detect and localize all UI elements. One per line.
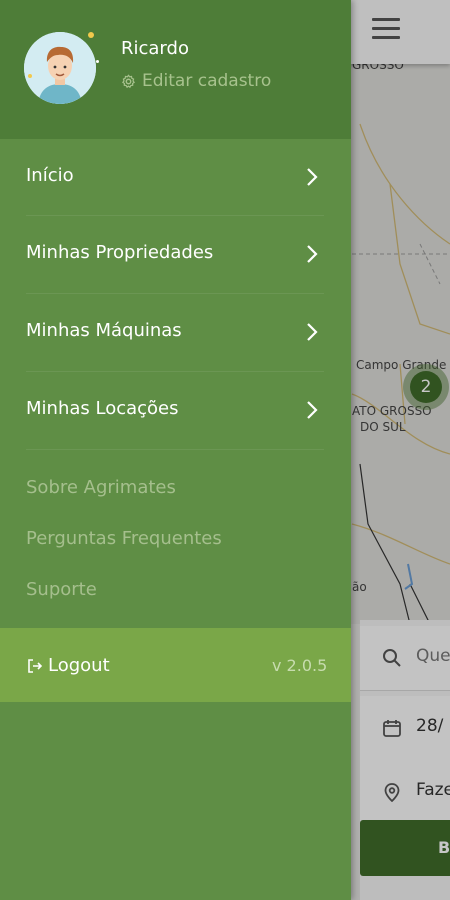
user-avatar-icon [24, 32, 96, 104]
link-faq[interactable]: Perguntas Frequentes [26, 528, 222, 549]
decor-dot [28, 74, 32, 78]
chevron-right-icon [307, 323, 318, 341]
app-version: v 2.0.5 [272, 656, 328, 675]
logout-icon [28, 658, 43, 673]
logout-button[interactable]: Logout [26, 655, 110, 676]
decor-dot [96, 60, 99, 63]
profile-header: Ricardo Editar cadastro [0, 0, 351, 139]
menu-item-inicio[interactable]: Início [0, 139, 351, 216]
avatar[interactable] [24, 32, 96, 104]
divider [26, 449, 324, 450]
logout-label: Logout [48, 655, 110, 676]
menu-item-label: Início [26, 165, 74, 186]
edit-profile-link[interactable]: Editar cadastro [121, 71, 271, 91]
chevron-right-icon [307, 168, 318, 186]
navigation-drawer: Ricardo Editar cadastro Início Minhas Pr… [0, 0, 351, 900]
link-sobre[interactable]: Sobre Agrimates [26, 477, 176, 498]
menu-item-label: Minhas Propriedades [26, 242, 214, 263]
menu-item-propriedades[interactable]: Minhas Propriedades [0, 216, 351, 293]
chevron-right-icon [307, 245, 318, 263]
decor-dot [88, 32, 94, 38]
chevron-right-icon [307, 401, 318, 419]
menu-item-maquinas[interactable]: Minhas Máquinas [0, 294, 351, 371]
menu-item-label: Minhas Máquinas [26, 320, 182, 341]
user-name: Ricardo [121, 38, 189, 59]
link-suporte[interactable]: Suporte [26, 579, 97, 600]
edit-profile-label: Editar cadastro [142, 71, 272, 91]
menu-item-locacoes[interactable]: Minhas Locações [0, 372, 351, 449]
logout-bar: Logout v 2.0.5 [0, 628, 351, 702]
menu-item-label: Minhas Locações [26, 398, 179, 419]
gear-icon [122, 73, 135, 88]
